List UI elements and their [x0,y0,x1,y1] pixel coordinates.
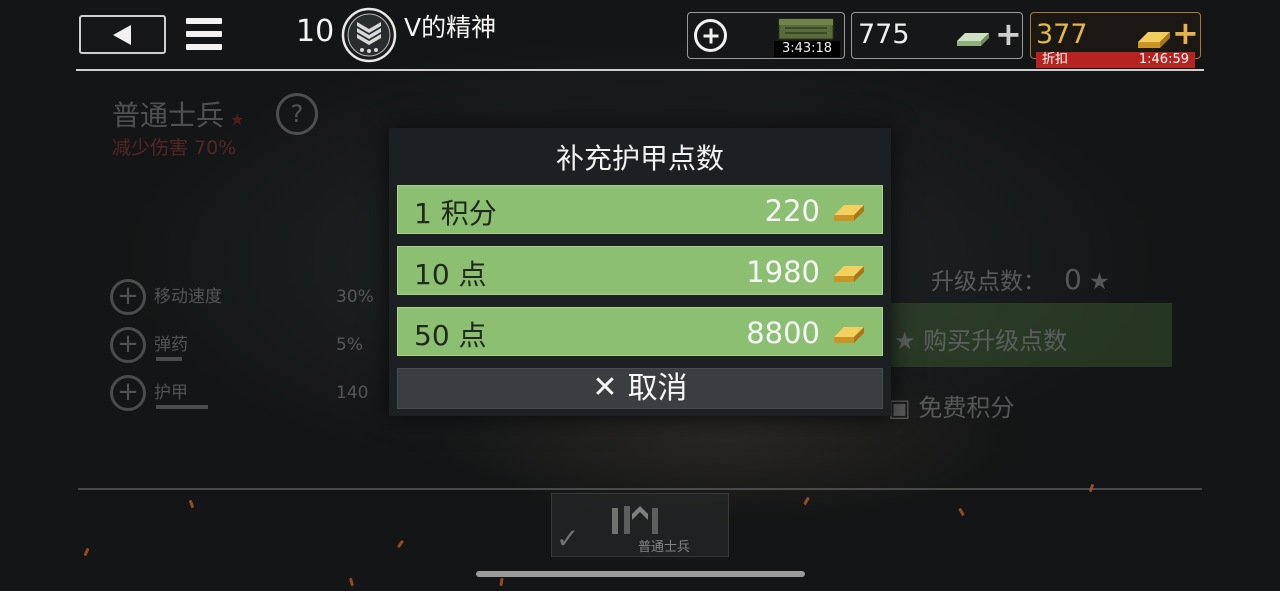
stat-value: 140 [336,383,369,403]
upgrade-points-label: 升级点数： [931,269,1046,295]
refill-armor-dialog: 补充护甲点数 1 积分 220 10 点 1980 50 点 8800 ✕ 取消 [389,128,891,416]
buy-upgrade-points-button[interactable]: ★ 购买升级点数 [882,303,1172,367]
upgrade-plus-icon[interactable]: + [110,279,146,315]
gold-bar-icon [834,266,864,282]
home-indicator[interactable] [476,571,805,577]
gold-bar-icon [834,327,864,343]
crate-timer-text: 3:43:18 [774,41,840,57]
add-silver-icon[interactable]: + [995,18,1022,50]
rank-level: 10 [296,14,335,49]
silver-currency[interactable]: 775 + [851,12,1023,59]
header-divider [76,69,1204,71]
gold-bar-icon [1138,32,1170,48]
silver-cash-icon [957,33,989,46]
help-button[interactable]: ? [276,93,318,135]
stat-row: + 弹药 5% [110,327,363,363]
rank-badge-icon [341,7,397,63]
free-points-button[interactable]: ▣ 免费积分 [888,388,1014,423]
upgrade-plus-icon[interactable]: + [110,375,146,411]
soldier-unit-icon [612,506,658,534]
check-icon: ✓ [556,522,580,555]
option-price: 1980 [746,255,820,289]
stat-label: 移动速度 [154,287,222,307]
dialog-title: 补充护甲点数 [555,142,724,175]
gold-currency[interactable]: 377 + 折扣 1:46:59 [1030,12,1201,68]
menu-button[interactable] [186,18,222,52]
supply-crate-icon [778,18,834,40]
hamburger-icon-line [186,44,222,50]
hamburger-icon-line [186,31,222,37]
purchase-option-3[interactable]: 50 点 8800 [397,307,883,356]
stat-value: 30% [336,287,374,307]
option-price: 8800 [746,316,820,350]
sale-tag: 折扣 [1042,52,1069,67]
silver-amount: 775 [858,19,910,50]
player-name: V的精神 [404,13,497,42]
add-gold-icon[interactable]: + [1172,17,1199,49]
free-points-label: 免费积分 [918,394,1015,422]
option-label: 50 点 [414,319,487,352]
upgrade-plus-icon[interactable]: + [110,327,146,363]
hamburger-icon-line [186,18,222,24]
purchase-option-2[interactable]: 10 点 1980 [397,246,883,295]
close-icon: ✕ [592,370,618,405]
damage-reduction-text: 减少伤害 70% [112,137,237,159]
star-icon: ★ [894,327,916,355]
stat-value: 5% [336,335,363,355]
stat-row: + 护甲 140 [110,375,368,411]
gold-amount: 377 [1036,19,1088,50]
stat-row: + 移动速度 30% [110,279,374,315]
upgrade-points: 升级点数： 0 ★ [931,262,1110,296]
stat-bar [156,405,208,409]
stat-label: 弹药 [154,335,188,355]
option-label: 10 点 [414,258,487,291]
supply-crate-timer[interactable]: 3:43:18 [687,12,845,59]
unit-card-name: 普通士兵 [638,540,691,555]
stat-label: 护甲 [154,383,188,403]
add-plus-icon[interactable] [694,19,727,52]
upgrade-points-value: 0 [1064,263,1082,296]
cancel-label: 取消 [627,371,688,406]
star-icon: ★ [1089,269,1110,295]
back-arrow-icon [113,25,131,45]
footer-divider [78,488,1202,490]
gold-bar-icon [834,205,864,221]
red-star-icon: ★ [230,110,245,129]
gold-sale-banner: 折扣 1:46:59 [1036,52,1195,68]
option-price: 220 [764,194,820,228]
unit-title: 普通士兵 ★ [112,94,244,134]
back-button[interactable] [79,15,166,54]
sale-countdown: 1:46:59 [1138,52,1189,67]
option-label: 1 积分 [414,197,497,230]
gift-icon: ▣ [888,394,911,422]
unit-title-text: 普通士兵 [112,99,225,132]
cancel-button[interactable]: ✕ 取消 [397,368,883,409]
buy-points-label: 购买升级点数 [923,327,1068,355]
stat-bar [156,357,182,361]
unit-card[interactable]: ✓ 普通士兵 [551,493,729,557]
purchase-option-1[interactable]: 1 积分 220 [397,185,883,234]
